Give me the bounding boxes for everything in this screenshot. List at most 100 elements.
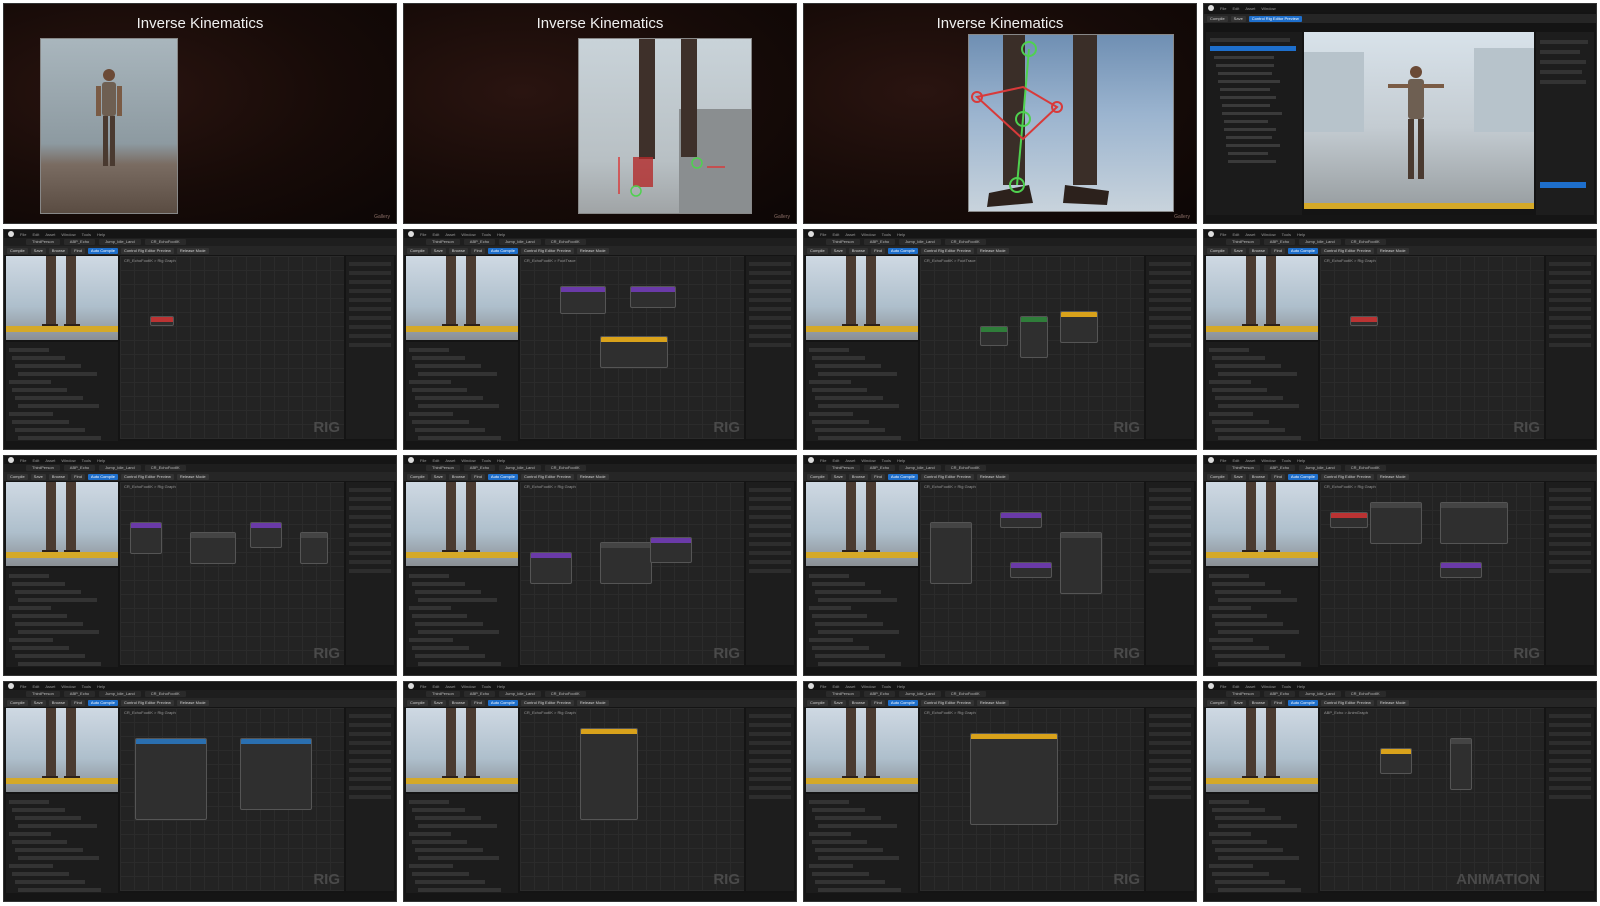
release-mode-button[interactable]: Release Mode bbox=[1376, 473, 1409, 480]
tab-thirdperson[interactable]: ThirdPerson bbox=[826, 239, 860, 245]
menu-help[interactable]: Help bbox=[497, 458, 505, 463]
preview-viewport[interactable] bbox=[1206, 482, 1318, 566]
hierarchy-row[interactable] bbox=[815, 880, 885, 884]
hierarchy-row[interactable] bbox=[9, 412, 53, 416]
menu-edit[interactable]: Edit bbox=[432, 684, 439, 689]
browse-button[interactable]: Browse bbox=[1248, 473, 1269, 480]
menu-asset[interactable]: Asset bbox=[445, 232, 455, 237]
preview-dropdown[interactable]: Control Rig Editor Preview bbox=[1320, 699, 1374, 706]
hierarchy-row[interactable] bbox=[9, 864, 53, 868]
menu-edit[interactable]: Edit bbox=[832, 684, 839, 689]
compile-button[interactable]: Compile bbox=[1207, 247, 1228, 254]
auto-compile-button[interactable]: Auto Compile bbox=[1287, 473, 1318, 480]
preview-viewport[interactable] bbox=[806, 708, 918, 792]
tab-abp-echo[interactable]: ABP_Echo bbox=[63, 465, 96, 471]
hierarchy-row[interactable] bbox=[809, 864, 853, 868]
hierarchy-row[interactable] bbox=[818, 630, 899, 634]
hierarchy-row[interactable] bbox=[15, 880, 85, 884]
hierarchy-row[interactable] bbox=[812, 388, 867, 392]
save-button[interactable]: Save bbox=[1230, 473, 1246, 480]
hierarchy-row[interactable] bbox=[415, 622, 483, 626]
tab-thirdperson[interactable]: ThirdPerson bbox=[426, 691, 460, 697]
hierarchy-row[interactable] bbox=[1212, 582, 1265, 586]
menu-edit[interactable]: Edit bbox=[832, 232, 839, 237]
hierarchy-row[interactable] bbox=[818, 856, 899, 860]
hierarchy-row[interactable] bbox=[9, 800, 49, 804]
auto-compile-button[interactable]: Auto Compile bbox=[87, 247, 118, 254]
browse-button[interactable]: Browse bbox=[848, 247, 869, 254]
hierarchy-row[interactable] bbox=[418, 372, 497, 376]
hierarchy-row[interactable] bbox=[18, 598, 97, 602]
menu-window[interactable]: Window bbox=[861, 684, 875, 689]
browse-button[interactable]: Browse bbox=[848, 699, 869, 706]
save-button[interactable]: Save bbox=[830, 699, 846, 706]
menu-asset[interactable]: Asset bbox=[45, 458, 55, 463]
hierarchy-row[interactable] bbox=[12, 808, 65, 812]
hierarchy-row[interactable] bbox=[412, 356, 465, 360]
menu-file[interactable]: File bbox=[820, 684, 826, 689]
menu-edit[interactable]: Edit bbox=[432, 458, 439, 463]
tab-cr-echofootik[interactable]: CR_EchoFootIK bbox=[944, 691, 986, 697]
rig-graph-canvas[interactable]: ABP_Echo > AnimGraph ANIMATION bbox=[1320, 708, 1544, 891]
preview-viewport[interactable] bbox=[406, 256, 518, 340]
find-button[interactable]: Find bbox=[1271, 699, 1285, 706]
hierarchy-row[interactable] bbox=[409, 800, 449, 804]
tab-cr-echofootik[interactable]: CR_EchoFootIK bbox=[1344, 239, 1386, 245]
hierarchy-row[interactable] bbox=[9, 606, 51, 610]
graph-node[interactable] bbox=[300, 532, 328, 564]
hierarchy-row[interactable] bbox=[409, 638, 453, 642]
hierarchy-row[interactable] bbox=[415, 654, 485, 658]
hierarchy-row[interactable] bbox=[12, 646, 69, 650]
hierarchy-row[interactable] bbox=[12, 420, 69, 424]
hierarchy-row[interactable] bbox=[409, 574, 449, 578]
hierarchy-row[interactable] bbox=[818, 598, 897, 602]
hierarchy-row[interactable] bbox=[1215, 654, 1285, 658]
tab-abp-echo[interactable]: ABP_Echo bbox=[63, 691, 96, 697]
hierarchy-row[interactable] bbox=[809, 606, 851, 610]
auto-compile-button[interactable]: Auto Compile bbox=[1287, 699, 1318, 706]
menu-file[interactable]: File bbox=[420, 684, 426, 689]
menu-tools[interactable]: Tools bbox=[882, 232, 891, 237]
hierarchy-row[interactable] bbox=[812, 582, 865, 586]
compile-button[interactable]: Compile bbox=[407, 473, 428, 480]
tab-thirdperson[interactable]: ThirdPerson bbox=[1226, 239, 1260, 245]
hierarchy-row[interactable] bbox=[412, 872, 469, 876]
hierarchy-row[interactable] bbox=[815, 816, 881, 820]
hierarchy-row[interactable] bbox=[1212, 646, 1269, 650]
menu-help[interactable]: Help bbox=[1297, 232, 1305, 237]
preview-viewport[interactable] bbox=[406, 708, 518, 792]
menu-window[interactable]: Window bbox=[1261, 232, 1275, 237]
tab-abp-echo[interactable]: ABP_Echo bbox=[863, 691, 896, 697]
graph-node[interactable] bbox=[1000, 512, 1042, 528]
hierarchy-row[interactable] bbox=[1212, 420, 1269, 424]
hierarchy-row[interactable] bbox=[418, 436, 501, 440]
hierarchy-row[interactable] bbox=[809, 832, 851, 836]
hierarchy-row[interactable] bbox=[9, 574, 49, 578]
browse-button[interactable]: Browse bbox=[448, 699, 469, 706]
find-button[interactable]: Find bbox=[471, 699, 485, 706]
compile-button[interactable]: Compile bbox=[407, 699, 428, 706]
hierarchy-row[interactable] bbox=[1212, 388, 1267, 392]
menu-help[interactable]: Help bbox=[497, 684, 505, 689]
hierarchy-row[interactable] bbox=[18, 436, 101, 440]
release-mode-button[interactable]: Release Mode bbox=[176, 247, 209, 254]
hierarchy-row[interactable] bbox=[1212, 808, 1265, 812]
hierarchy-row[interactable] bbox=[415, 590, 481, 594]
hierarchy-row[interactable] bbox=[1218, 436, 1301, 440]
hierarchy-row[interactable] bbox=[809, 412, 853, 416]
hierarchy-row[interactable] bbox=[15, 428, 85, 432]
hierarchy-row[interactable] bbox=[12, 356, 65, 360]
save-button[interactable]: Save bbox=[830, 473, 846, 480]
hierarchy-row[interactable] bbox=[412, 646, 469, 650]
hierarchy-row[interactable] bbox=[409, 412, 453, 416]
graph-node[interactable] bbox=[150, 316, 174, 326]
hierarchy-row[interactable] bbox=[412, 582, 465, 586]
hierarchy-row[interactable] bbox=[12, 388, 67, 392]
release-mode-button[interactable]: Release Mode bbox=[576, 699, 609, 706]
release-mode-button[interactable]: Release Mode bbox=[1376, 247, 1409, 254]
hierarchy-row[interactable] bbox=[15, 622, 83, 626]
hierarchy-row[interactable] bbox=[818, 662, 901, 666]
release-mode-button[interactable]: Release Mode bbox=[576, 247, 609, 254]
find-button[interactable]: Find bbox=[471, 247, 485, 254]
tab-jump-idle-land[interactable]: Jump_Idle_Land bbox=[1299, 465, 1341, 471]
